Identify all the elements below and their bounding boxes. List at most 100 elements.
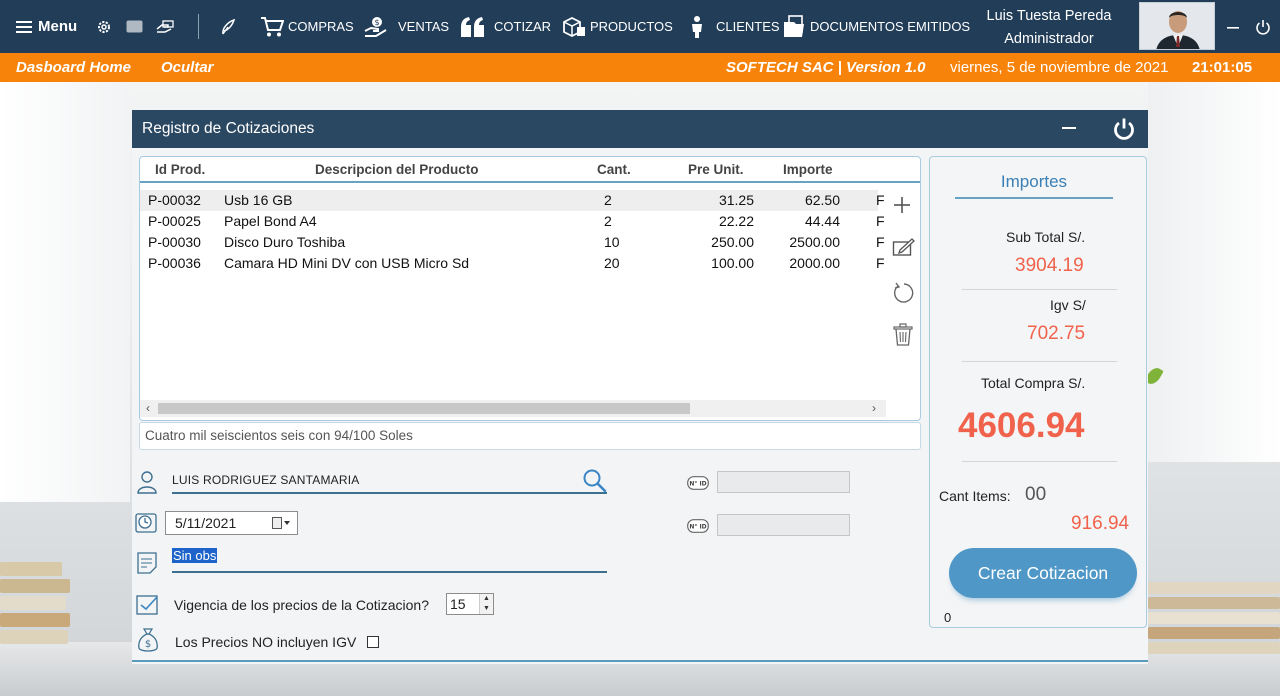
cell-quantity: 20 xyxy=(604,255,620,271)
documents-icon xyxy=(784,14,804,37)
top-navigation-bar: Menu COMPRAS $ VENTAS COTIZAR PRODUCTOS … xyxy=(0,0,1280,53)
amount-in-words: Cuatro mil seiscientos seis con 94/100 S… xyxy=(139,422,921,450)
client-icon xyxy=(136,470,158,499)
nav-compras[interactable]: COMPRAS xyxy=(260,0,354,53)
edit-item-button[interactable] xyxy=(892,237,916,262)
app-power-button[interactable] xyxy=(1255,0,1271,53)
cell-id: P-00025 xyxy=(148,213,201,229)
power-icon xyxy=(1256,19,1270,35)
current-time: 21:01:05 xyxy=(1192,59,1253,76)
edit-icon xyxy=(892,238,915,256)
calendar-dropdown-icon[interactable] xyxy=(272,517,292,529)
minimize-icon xyxy=(1062,127,1076,129)
money-hand-icon xyxy=(156,19,174,33)
nav-documentos-emitidos[interactable]: DOCUMENTOS EMITIDOS xyxy=(782,0,970,53)
horizontal-scrollbar[interactable]: ‹ › xyxy=(140,400,886,417)
column-header-amount[interactable]: Importe xyxy=(783,157,833,183)
date-picker[interactable]: 5/11/2021 xyxy=(165,511,298,535)
nav-clientes[interactable]: CLIENTES xyxy=(686,0,780,53)
cell-description: Disco Duro Toshiba xyxy=(224,234,346,250)
nav-cotizar[interactable]: COTIZAR xyxy=(460,0,551,53)
window-minimize-button[interactable] xyxy=(1060,118,1078,143)
plus-icon xyxy=(894,197,910,213)
igv-total-label: Igv S/ xyxy=(1050,297,1086,313)
totals-panel: Importes Sub Total S/. 3904.19 Igv S/ 70… xyxy=(929,156,1147,628)
stepper-down-icon[interactable]: ▼ xyxy=(480,604,493,614)
payment-button[interactable] xyxy=(156,0,174,53)
cell-description: Papel Bond A4 xyxy=(224,213,317,229)
add-item-button[interactable] xyxy=(892,195,912,220)
cell-amount: 62.50 xyxy=(804,192,840,208)
background-window-light-right xyxy=(1148,82,1280,462)
nav-productos[interactable]: PRODUCTOS xyxy=(562,0,673,53)
cell-id: P-00036 xyxy=(148,255,201,271)
column-header-quantity[interactable]: Cant. xyxy=(597,157,631,183)
svg-text:$: $ xyxy=(145,639,151,650)
table-row[interactable]: P-00036 Camara HD Mini DV con USB Micro … xyxy=(140,253,885,274)
divider xyxy=(962,361,1117,362)
people-icon xyxy=(692,15,702,38)
scroll-left-arrow[interactable]: ‹ xyxy=(146,400,150,417)
scroll-right-arrow[interactable]: › xyxy=(872,400,876,417)
menu-button[interactable]: Menu xyxy=(16,0,77,53)
delete-item-button[interactable] xyxy=(892,323,914,352)
nav-clientes-label: CLIENTES xyxy=(716,19,780,34)
id-badge-icon: N° ID xyxy=(687,476,709,495)
cell-truncated: F xyxy=(876,213,885,229)
window-title: Registro de Cotizaciones xyxy=(142,120,315,137)
client-search-button[interactable] xyxy=(582,468,608,499)
search-icon xyxy=(583,469,607,493)
table-row[interactable]: P-00030 Disco Duro Toshiba 10 250.00 250… xyxy=(140,232,885,253)
stepper-buttons[interactable]: ▲ ▼ xyxy=(479,594,493,614)
note-icon xyxy=(136,551,158,580)
cell-unit-price: 250.00 xyxy=(711,234,754,250)
table-row[interactable]: P-00032 Usb 16 GB 2 31.25 62.50 F xyxy=(140,190,885,211)
cell-quantity: 10 xyxy=(604,234,620,250)
hide-link[interactable]: Ocultar xyxy=(161,53,214,83)
igv-checkbox[interactable] xyxy=(367,636,379,648)
current-date: viernes, 5 de noviembre de 2021 xyxy=(950,59,1169,76)
dashboard-home-link[interactable]: Dasboard Home xyxy=(16,53,131,83)
screen-button[interactable] xyxy=(126,0,143,53)
edit-tool-button[interactable] xyxy=(220,0,236,53)
column-header-description[interactable]: Descripcion del Producto xyxy=(315,157,479,183)
cell-id: P-00032 xyxy=(148,192,201,208)
settings-button[interactable] xyxy=(96,0,112,53)
create-quotation-button[interactable]: Crear Cotizacion xyxy=(949,548,1137,598)
user-info: Luis Tuesta Pereda Administrador xyxy=(960,5,1138,51)
id-number-field[interactable] xyxy=(717,471,850,493)
footer-counter: 0 xyxy=(944,610,952,625)
observation-field[interactable]: Sin obs xyxy=(172,548,607,573)
column-header-unit-price[interactable]: Pre Unit. xyxy=(688,157,744,183)
id-badge-text: N° ID xyxy=(689,524,706,531)
trash-icon xyxy=(893,323,913,346)
column-header-id[interactable]: Id Prod. xyxy=(155,157,205,183)
table-header: Id Prod. Descripcion del Producto Cant. … xyxy=(140,157,920,183)
user-photo-icon xyxy=(1140,3,1214,49)
cell-id: P-00030 xyxy=(148,234,201,250)
divider xyxy=(962,289,1117,290)
nav-cotizar-label: COTIZAR xyxy=(494,19,552,34)
nav-ventas[interactable]: $ VENTAS xyxy=(364,0,449,53)
client-name-field[interactable]: LUIS RODRIGUEZ SANTAMARIA xyxy=(172,472,607,494)
stepper-up-icon[interactable]: ▲ xyxy=(480,594,493,604)
table-row[interactable]: P-00025 Papel Bond A4 2 22.22 44.44 F xyxy=(140,211,885,232)
validity-days-stepper[interactable]: 15 ▲ ▼ xyxy=(446,593,494,615)
quotation-window: Registro de Cotizaciones Id Prod. Descri… xyxy=(132,110,1148,664)
cell-amount: 2000.00 xyxy=(789,255,840,271)
avatar[interactable] xyxy=(1139,2,1215,50)
company-version: SOFTECH SAC | Version 1.0 xyxy=(726,59,926,76)
id-badge-text: N° ID xyxy=(689,481,706,488)
id-number-field-2[interactable] xyxy=(717,514,850,536)
nav-compras-label: COMPRAS xyxy=(288,19,354,34)
totals-title: Importes xyxy=(955,172,1113,199)
refresh-icon xyxy=(894,282,914,303)
window-close-button[interactable] xyxy=(1112,117,1136,146)
scrollbar-thumb[interactable] xyxy=(158,403,690,414)
igv-total-value: 702.75 xyxy=(1027,323,1086,344)
refresh-button[interactable] xyxy=(892,281,916,310)
hand-coin-icon: $ xyxy=(364,16,387,37)
app-minimize-button[interactable] xyxy=(1226,0,1240,53)
id-badge-icon: N° ID xyxy=(687,519,709,538)
cell-truncated: F xyxy=(876,255,885,271)
